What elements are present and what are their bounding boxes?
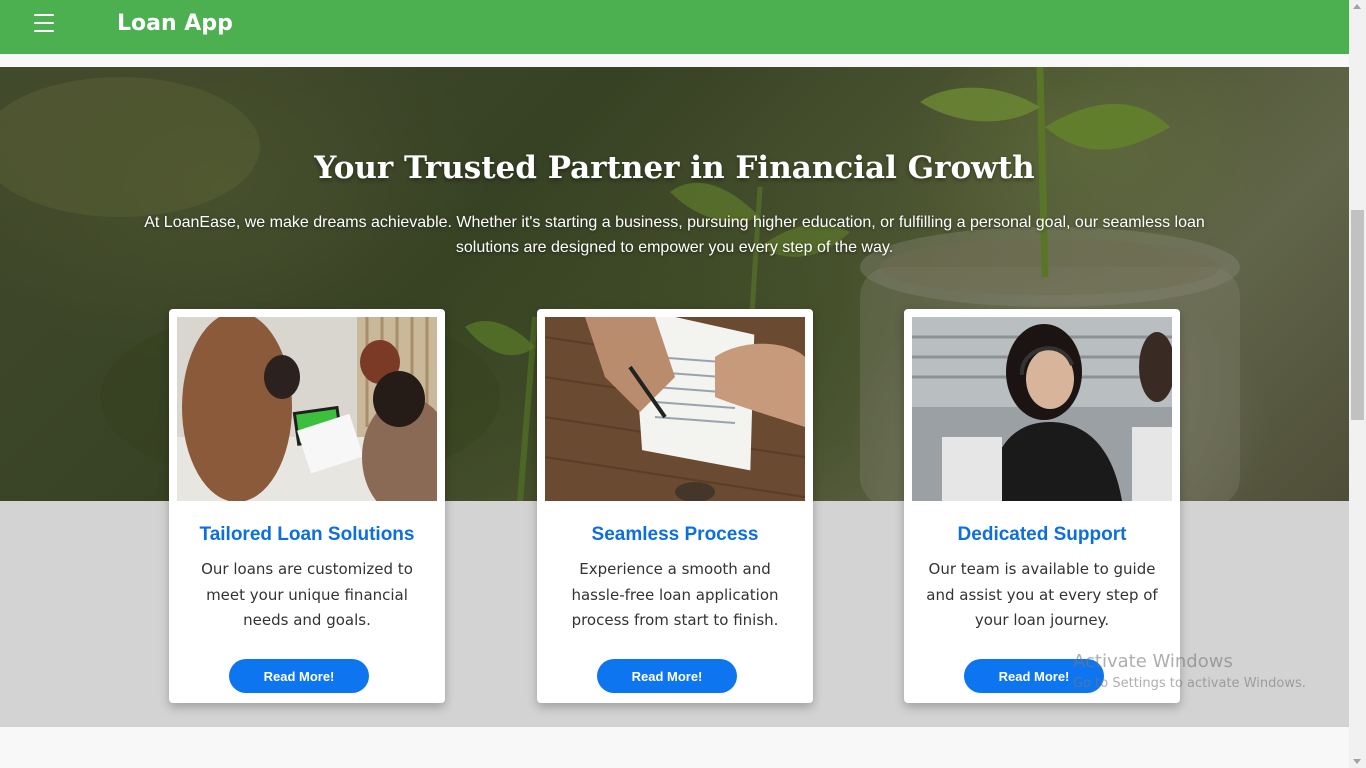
spacer — [0, 54, 1349, 67]
card-title: Tailored Loan Solutions — [199, 524, 415, 545]
watermark-subtitle: Go to Settings to activate Windows. — [1073, 676, 1306, 691]
scroll-down-arrow-icon[interactable] — [1353, 759, 1361, 764]
hero-title: Your Trusted Partner in Financial Growth — [314, 150, 1035, 186]
watermark-title: Activate Windows — [1073, 651, 1233, 672]
feature-card-tailored-loans: Tailored Loan Solutions Our loans are cu… — [169, 309, 445, 703]
scrollbar-thumb[interactable] — [1351, 210, 1364, 420]
support-agent-photo — [912, 317, 1172, 501]
windows-activation-watermark: Activate Windows Go to Settings to activ… — [1073, 651, 1306, 691]
brand-title[interactable]: Loan App — [117, 11, 233, 36]
signing-document-photo — [545, 317, 805, 501]
card-title: Seamless Process — [591, 524, 759, 545]
card-description: Experience a smooth and hassle-free loan… — [571, 560, 779, 629]
footer-strip — [0, 727, 1349, 768]
vertical-scrollbar[interactable] — [1349, 0, 1366, 768]
card-description: Our loans are customized to meet your un… — [201, 560, 413, 629]
read-more-button[interactable]: Read More! — [229, 659, 369, 693]
hamburger-menu-icon[interactable] — [34, 14, 54, 32]
hero-description: At LoanEase, we make dreams achievable. … — [144, 214, 1205, 256]
card-description: Our team is available to guide and assis… — [926, 560, 1158, 629]
top-navbar: Loan App — [0, 0, 1349, 54]
meeting-photo — [177, 317, 437, 501]
feature-card-dedicated-support: Dedicated Support Our team is available … — [904, 309, 1180, 703]
read-more-button[interactable]: Read More! — [597, 659, 737, 693]
feature-card-seamless-process: Seamless Process Experience a smooth and… — [537, 309, 813, 703]
scroll-up-arrow-icon[interactable] — [1353, 4, 1361, 9]
card-title: Dedicated Support — [957, 524, 1127, 545]
